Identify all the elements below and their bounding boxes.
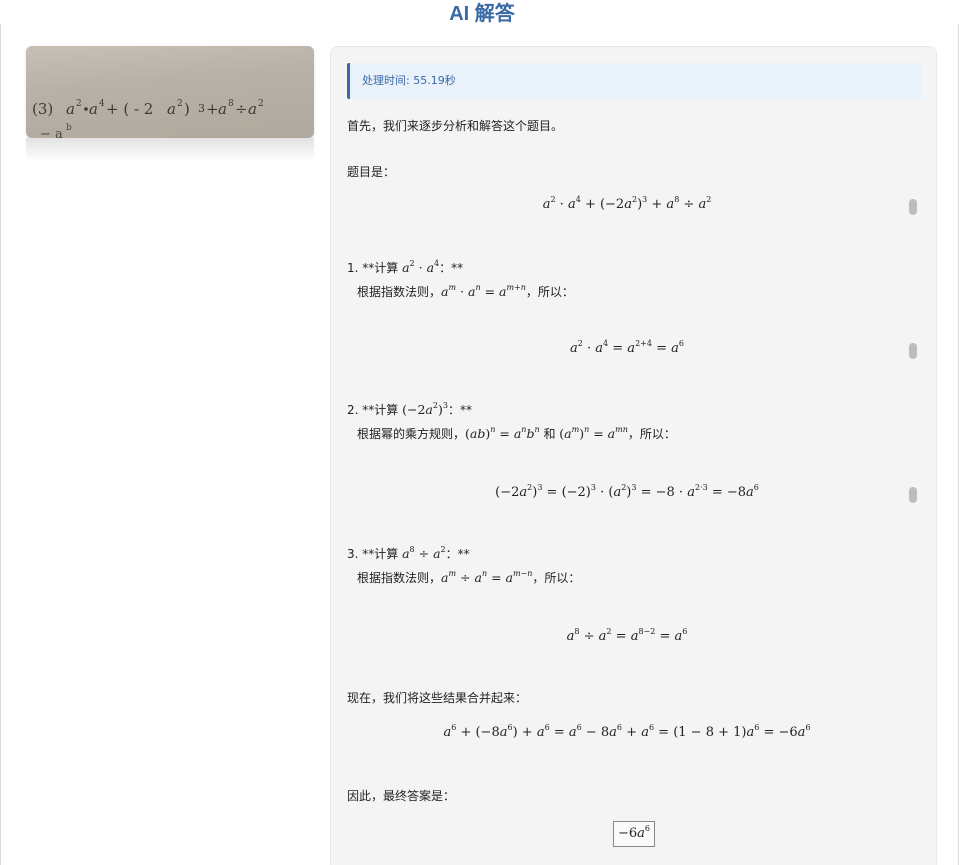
svg-text:a: a (167, 100, 176, 118)
svg-text:3: 3 (198, 102, 205, 115)
svg-text:÷: ÷ (235, 100, 248, 118)
step3-rule: 根据指数法则，am ÷ an = am−n，所以： (357, 569, 581, 586)
step1-heading: 1. **计算 a2 · a4：** (347, 259, 464, 276)
photo-caption-fade (26, 138, 314, 162)
svg-text:2: 2 (76, 99, 82, 109)
ai-answer-card: 处理时间: 55.19秒 首先，我们来逐步分析和解答这个题目。 题目是： a2 … (330, 46, 937, 865)
svg-text:+ ( - 2: + ( - 2 (106, 100, 153, 118)
step2-rule: 根据幂的乘方规则，(ab)n = anbn 和 (am)n = amn，所以： (357, 425, 676, 442)
step2-equation: (−2a2)3 = (−2)3 · (a2)3 = −8 · a2·3 = −8… (495, 483, 759, 501)
svg-text:8: 8 (228, 99, 234, 109)
svg-text:2: 2 (258, 99, 264, 109)
svg-text:b: b (66, 123, 72, 133)
combined-equation: a6 + (−8a6) + a6 = a6 − 8a6 + a6 = (1 − … (443, 723, 811, 741)
svg-text:a: a (248, 100, 257, 118)
scroll-handle[interactable] (909, 199, 917, 215)
step3-heading: 3. **计算 a8 ÷ a2：** (347, 545, 470, 562)
svg-text:+: + (206, 100, 219, 118)
scroll-handle[interactable] (909, 487, 917, 503)
problem-label: 题目是： (347, 165, 396, 179)
svg-text:a: a (218, 100, 227, 118)
problem-photo[interactable]: (3) a 2 a 4 + ( - 2 a 2 ) 3 + a 8 ÷ a 2 … (26, 46, 314, 138)
svg-text:4: 4 (99, 99, 105, 109)
final-answer-box: −6a6 (613, 821, 655, 847)
frame-right-edge (958, 24, 959, 865)
problem-equation: a2 · a4 + (−2a2)3 + a8 ÷ a2 (542, 195, 712, 213)
step3-equation: a8 ÷ a2 = a8−2 = a6 (566, 627, 688, 645)
svg-text:a: a (89, 100, 98, 118)
processing-time-banner: 处理时间: 55.19秒 (347, 63, 921, 99)
frame-left-edge (0, 24, 1, 865)
step2-heading: 2. **计算 (−2a2)3：** (347, 401, 472, 418)
svg-text:− a: − a (40, 127, 63, 138)
page-title: AI 解答 (449, 3, 515, 25)
svg-text:(3): (3) (32, 100, 53, 118)
final-label: 因此，最终答案是： (347, 789, 456, 803)
svg-text:2: 2 (177, 99, 183, 109)
scroll-handle[interactable] (909, 343, 917, 359)
problem-image-panel: (3) a 2 a 4 + ( - 2 a 2 ) 3 + a 8 ÷ a 2 … (26, 46, 314, 162)
step1-rule: 根据指数法则，am · an = am+n，所以： (357, 283, 574, 300)
svg-text:): ) (184, 100, 190, 118)
combine-label: 现在，我们将这些结果合并起来： (347, 691, 528, 705)
svg-text:a: a (66, 100, 75, 118)
intro-text: 首先，我们来逐步分析和解答这个题目。 (347, 119, 564, 133)
step1-equation: a2 · a4 = a2+4 = a6 (570, 339, 684, 357)
